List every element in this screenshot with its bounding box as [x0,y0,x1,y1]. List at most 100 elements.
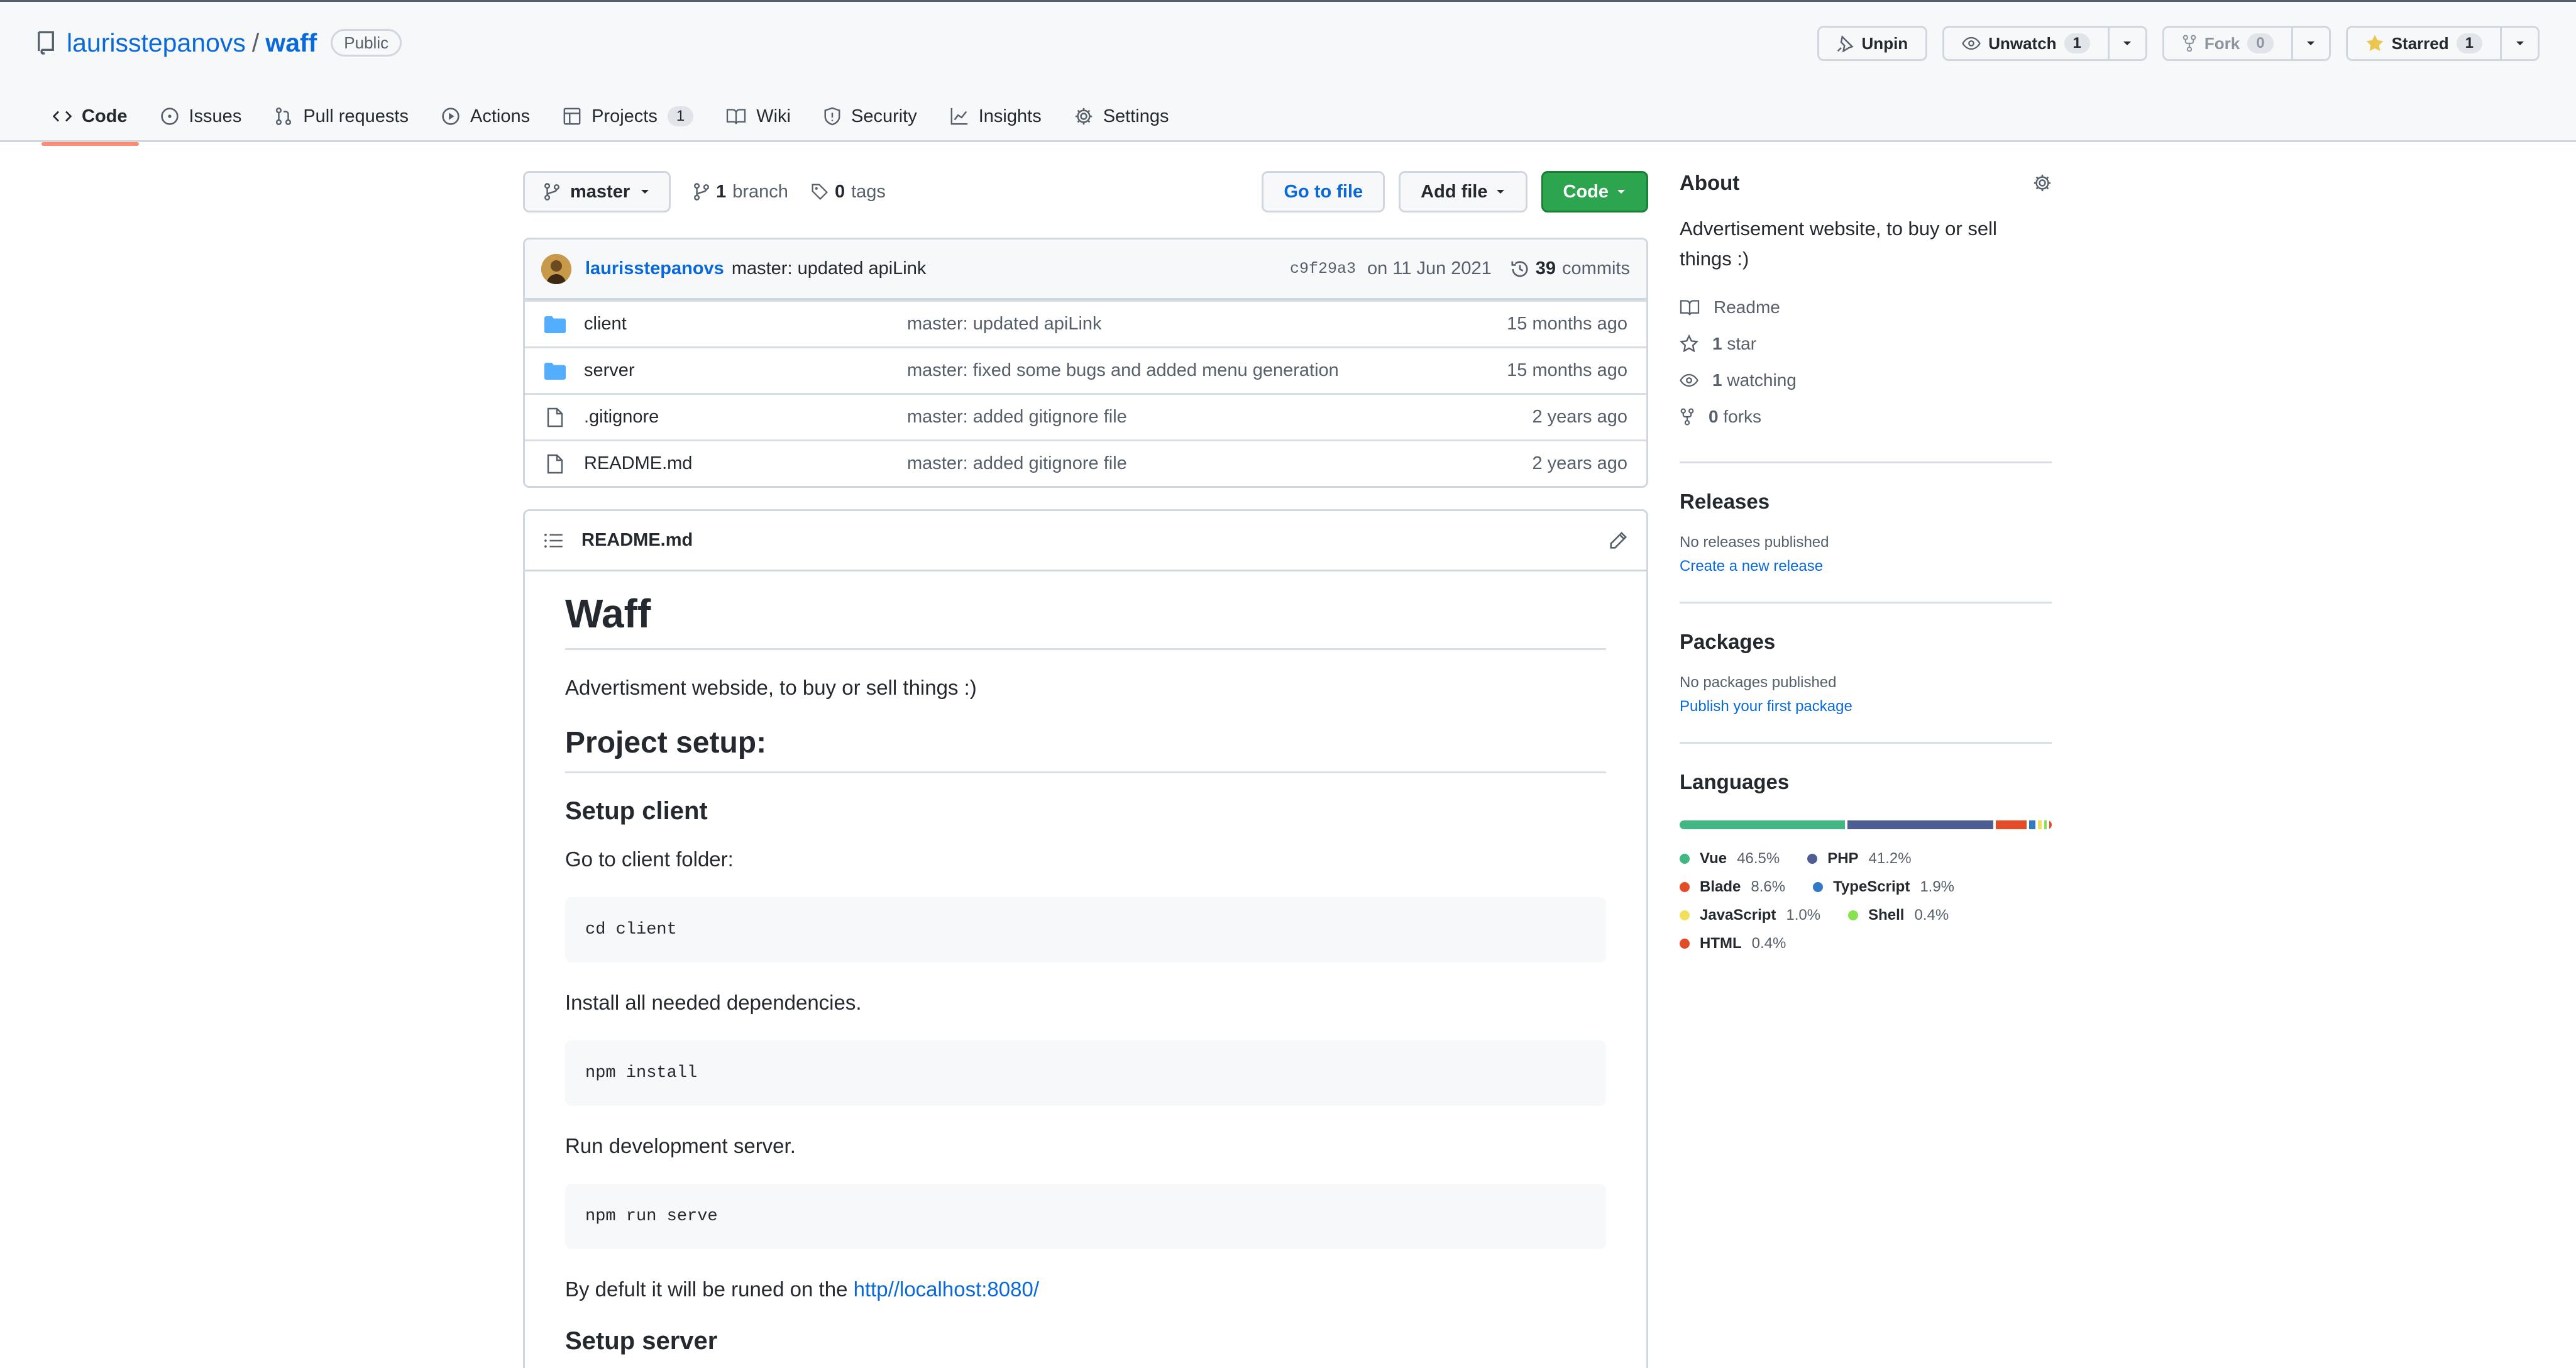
file-name-link[interactable]: .gitignore [584,407,907,428]
file-browser: laurisstepanovs master: updated apiLink … [523,238,1648,488]
git-pull-request-icon [274,107,293,126]
file-name-link[interactable]: README.md [584,453,907,474]
readme-subheading: Setup server [565,1327,718,1355]
commits-history-link[interactable]: 39 commits [1511,258,1630,279]
readme-subheading: Setup client [565,797,708,825]
packages-heading[interactable]: Packages [1680,630,2052,654]
languages-section: Languages Vue 46.5% PHP 41.2% Blade 8.6% TypeS… [1680,742,2052,957]
about-section: About Advertisement website, to buy or s… [1680,171,2052,435]
tab-pull-requests[interactable]: Pull requests [258,89,425,144]
releases-heading[interactable]: Releases [1680,490,2052,514]
tab-wiki[interactable]: Wiki [710,89,807,144]
add-file-button[interactable]: Add file [1399,171,1527,212]
language-item[interactable]: TypeScript 1.9% [1813,873,1954,901]
code-icon [53,109,72,124]
avatar[interactable] [541,253,571,284]
go-to-file-button[interactable]: Go to file [1262,171,1385,212]
table-row[interactable]: server master: fixed some bugs and added… [525,346,1646,393]
language-item[interactable]: PHP 41.2% [1807,844,1912,873]
tab-actions[interactable]: Actions [425,89,546,144]
tab-issues[interactable]: Issues [144,89,258,144]
watch-dropdown-button[interactable] [2107,28,2145,59]
repo-owner-link[interactable]: laurisstepanovs [67,28,246,58]
fork-button[interactable]: Fork 0 [2164,28,2291,59]
branch-select-button[interactable]: master [523,171,671,212]
language-bar-segment [1996,820,2027,829]
readme-filename: README.md [581,530,693,550]
book-icon [726,108,746,125]
language-item[interactable]: JavaScript 1.0% [1680,901,1820,929]
fork-dropdown-button[interactable] [2291,28,2329,59]
tab-settings[interactable]: Settings [1058,89,1186,144]
tag-label: tags [851,181,886,202]
tags-link[interactable]: 0 tags [811,182,886,202]
language-name: HTML [1700,934,1742,952]
readme-link[interactable]: Readme [1680,289,2052,326]
commit-sha-link[interactable]: c9f29a3 [1290,260,1356,278]
gear-icon[interactable] [2033,174,2052,192]
localhost-link[interactable]: http//localhost:8080/ [854,1277,1039,1301]
unpin-label: Unpin [1861,33,1908,53]
tab-label: Settings [1103,106,1169,126]
file-commit-message-link[interactable]: master: fixed some bugs and added menu g… [907,360,1507,381]
stars-count: 1 [1712,334,1722,353]
table-row[interactable]: client master: updated apiLink 15 months… [525,300,1646,346]
repo-actions: Unpin Unwatch 1 Fork 0 Starred 1 [1817,26,2540,61]
stars-link[interactable]: 1 star [1680,326,2052,362]
book-icon [1680,299,1700,316]
language-bar-segment [2028,820,2036,829]
branches-link[interactable]: 1 branch [693,182,788,202]
star-icon [1680,334,1698,353]
readme-title: Waff [565,590,1606,650]
branch-name: master [570,181,630,202]
commit-date: on 11 Jun 2021 [1367,258,1492,279]
tab-projects[interactable]: Projects 1 [546,89,710,144]
list-unordered-icon[interactable] [544,532,563,549]
file-name-link[interactable]: client [584,314,907,334]
tab-insights[interactable]: Insights [933,89,1058,144]
table-row[interactable]: .gitignore master: added gitignore file … [525,393,1646,439]
language-percent: 0.4% [1914,906,1949,924]
readme-header: README.md [525,511,1646,571]
watch-count: 1 [2064,33,2090,53]
readme-panel: README.md Waff Advertisment webside, to … [523,509,1648,1368]
repo-header: laurisstepanovs / waff Public Unpin Unwa… [0,0,2576,146]
main-column: master 1 branch 0 tags Go to file Add fi… [523,171,1648,1368]
repo-forked-icon [2182,35,2197,52]
file-name-link[interactable]: server [584,360,907,381]
star-dropdown-button[interactable] [2500,28,2538,59]
file-navigation: master 1 branch 0 tags Go to file Add fi… [523,171,1648,212]
commit-message-link[interactable]: master: updated apiLink [732,258,927,279]
language-item[interactable]: Vue 46.5% [1680,844,1780,873]
file-commit-message-link[interactable]: master: added gitignore file [907,453,1532,474]
watchers-link[interactable]: 1 watching [1680,362,2052,399]
forks-link[interactable]: 0 forks [1680,399,2052,435]
commit-author-link[interactable]: laurisstepanovs [585,258,724,279]
gear-icon [1074,107,1093,126]
language-item[interactable]: Blade 8.6% [1680,873,1785,901]
repo-name-link[interactable]: waff [265,28,317,58]
language-name: PHP [1827,849,1859,867]
publish-package-link[interactable]: Publish your first package [1680,698,2052,715]
language-item[interactable]: Shell 0.4% [1848,901,1949,929]
unpin-button[interactable]: Unpin [1817,26,1928,61]
language-name: Vue [1700,849,1727,867]
table-row[interactable]: README.md master: added gitignore file 2… [525,439,1646,486]
caret-down-icon [2122,40,2132,47]
starred-button[interactable]: Starred 1 [2348,28,2500,59]
tab-security[interactable]: Security [807,89,933,144]
tab-code[interactable]: Code [36,89,144,146]
pencil-icon[interactable] [1609,531,1627,550]
packages-empty-text: No packages published [1680,674,1837,691]
file-commit-message-link[interactable]: master: added gitignore file [907,407,1532,428]
unwatch-button-group: Unwatch 1 [1942,26,2147,61]
table-icon [563,107,581,126]
language-item[interactable]: HTML 0.4% [1680,929,1786,957]
unwatch-button[interactable]: Unwatch 1 [1944,28,2108,59]
code-button[interactable]: Code [1541,171,1648,212]
code-button-label: Code [1563,181,1609,202]
about-links: Readme 1 star 1 watching 0 forks [1680,289,2052,435]
file-commit-message-link[interactable]: master: updated apiLink [907,314,1507,334]
play-icon [441,107,460,126]
create-release-link[interactable]: Create a new release [1680,558,2052,575]
